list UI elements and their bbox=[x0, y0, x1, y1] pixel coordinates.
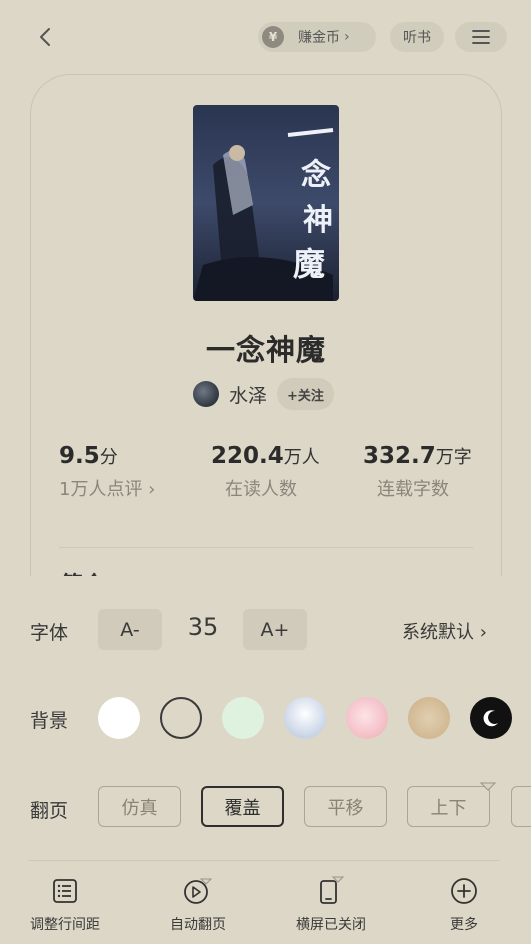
landscape-icon bbox=[320, 876, 345, 904]
reader-settings-panel: 字体 A- 35 A+ 系统默认 › 背景 翻页 仿真 覆盖 平移 上下 调整行… bbox=[0, 576, 531, 944]
wordcount-unit: 万字 bbox=[435, 447, 472, 468]
rating-value: 9.5 bbox=[59, 443, 100, 469]
font-label: 字体 bbox=[30, 622, 69, 644]
more-button[interactable]: 更多 bbox=[409, 876, 519, 934]
auto-page-label: 自动翻页 bbox=[170, 917, 226, 933]
landscape-label: 横屏已关闭 bbox=[296, 917, 366, 933]
line-spacing-icon bbox=[53, 879, 77, 903]
paging-label: 翻页 bbox=[30, 800, 69, 822]
svg-text:神: 神 bbox=[303, 203, 333, 238]
line-spacing-button[interactable]: 调整行间距 bbox=[10, 876, 120, 934]
book-title: 一念神魔 bbox=[205, 333, 326, 367]
listen-label: 听书 bbox=[403, 30, 431, 46]
paging-simulate-button[interactable]: 仿真 bbox=[98, 786, 181, 827]
card-divider bbox=[59, 547, 473, 548]
bg-swatch-paper[interactable] bbox=[408, 697, 450, 739]
readers-label: 在读人数 bbox=[225, 479, 297, 500]
book-cover[interactable]: 念 神 魔 bbox=[193, 105, 339, 301]
bg-swatch-white[interactable] bbox=[98, 697, 140, 739]
auto-page-button[interactable]: 自动翻页 bbox=[143, 876, 253, 934]
wordcount-stat: 332.7万字 连载字数 bbox=[363, 443, 472, 501]
paging-cover-button[interactable]: 覆盖 bbox=[201, 786, 284, 827]
font-size-value: 35 bbox=[187, 613, 219, 641]
auto-page-icon bbox=[184, 878, 213, 904]
moon-icon bbox=[483, 710, 498, 727]
font-family-select[interactable]: 系统默认 › bbox=[402, 618, 487, 644]
bg-swatch-default[interactable] bbox=[160, 697, 202, 739]
paging-slide-button[interactable]: 平移 bbox=[304, 786, 387, 827]
paging-more-button[interactable] bbox=[511, 786, 531, 827]
more-label: 更多 bbox=[450, 917, 478, 933]
bg-swatch-night[interactable] bbox=[470, 697, 512, 739]
rating-unit: 分 bbox=[99, 447, 118, 468]
book-stats: 9.5分 1万人点评 › 220.4万人 在读人数 332.7万字 连载字数 bbox=[31, 443, 501, 523]
hamburger-icon bbox=[472, 30, 490, 44]
synopsis-heading: 简介 bbox=[61, 567, 105, 576]
landscape-button[interactable]: 横屏已关闭 bbox=[276, 876, 386, 934]
svg-text:魔: 魔 bbox=[293, 245, 325, 283]
author-name[interactable]: 水泽 bbox=[229, 381, 267, 408]
author-avatar[interactable] bbox=[193, 381, 219, 407]
vip-badge-icon bbox=[480, 782, 496, 791]
line-spacing-label: 调整行间距 bbox=[30, 917, 100, 933]
readers-value: 220.4 bbox=[211, 443, 284, 469]
plus-circle-icon bbox=[451, 878, 477, 904]
bg-swatch-pink-pattern[interactable] bbox=[346, 697, 388, 739]
bg-swatch-blue-pattern[interactable] bbox=[284, 697, 326, 739]
back-button[interactable] bbox=[28, 22, 62, 52]
follow-button[interactable]: +关注 bbox=[277, 378, 334, 410]
chevron-left-icon bbox=[40, 28, 50, 46]
svg-text:念: 念 bbox=[301, 158, 331, 193]
font-decrease-button[interactable]: A- bbox=[98, 609, 162, 650]
readers-unit: 万人 bbox=[283, 447, 320, 468]
chevron-right-icon: › bbox=[344, 29, 350, 45]
author-row: 水泽 +关注 bbox=[193, 377, 334, 411]
top-bar: ¥ 赚金币 › 听书 bbox=[0, 0, 531, 74]
earn-coins-label: 赚金币 bbox=[298, 30, 340, 46]
paging-vertical-button[interactable]: 上下 bbox=[407, 786, 490, 827]
wordcount-value: 332.7 bbox=[363, 443, 436, 469]
font-increase-button[interactable]: A+ bbox=[243, 609, 307, 650]
listen-button[interactable]: 听书 bbox=[390, 22, 444, 52]
earn-coins-button[interactable]: ¥ 赚金币 › bbox=[258, 22, 376, 52]
book-cover-art: 念 神 魔 bbox=[193, 105, 339, 301]
menu-button[interactable] bbox=[455, 22, 507, 52]
toolbar-divider bbox=[28, 860, 500, 861]
book-info-card: 念 神 魔 一念神魔 水泽 +关注 9.5分 1万人点评 › 220.4万人 在… bbox=[30, 74, 502, 576]
wordcount-label: 连载字数 bbox=[377, 479, 449, 500]
coin-icon: ¥ bbox=[262, 26, 284, 48]
bg-swatch-green[interactable] bbox=[222, 697, 264, 739]
readers-stat: 220.4万人 在读人数 bbox=[211, 443, 320, 501]
background-label: 背景 bbox=[30, 710, 69, 732]
rating-reviews-link: 1万人点评 › bbox=[59, 479, 156, 500]
rating-stat[interactable]: 9.5分 1万人点评 › bbox=[59, 443, 155, 501]
